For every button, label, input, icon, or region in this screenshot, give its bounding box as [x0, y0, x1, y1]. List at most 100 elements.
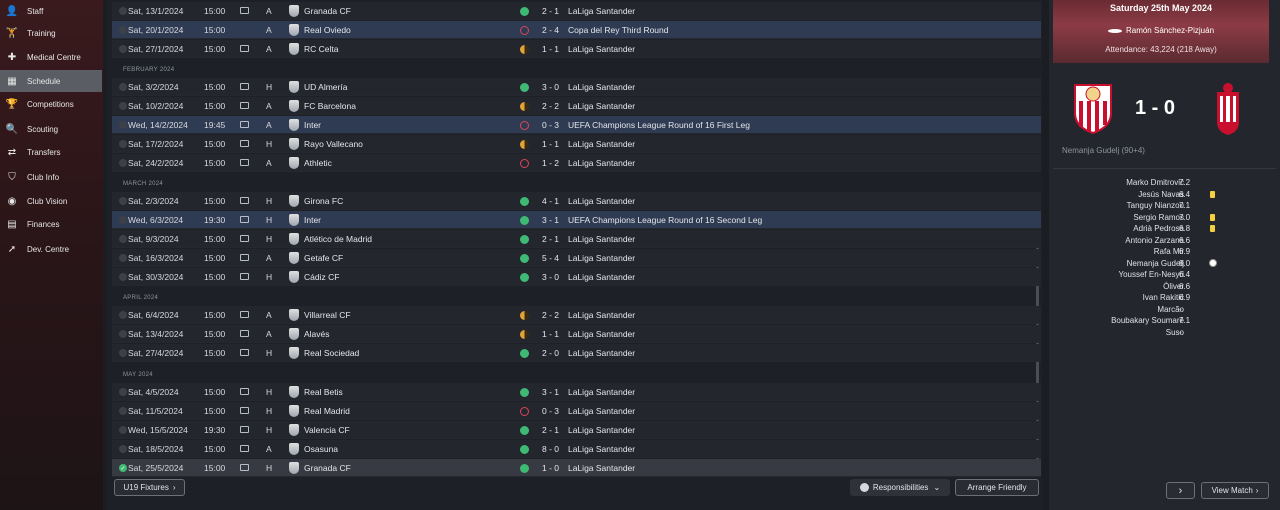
fixture-row[interactable]: Sat, 16/3/2024 15:00 A Getafe CF 5 - 4 LaLiga…: [112, 249, 1041, 267]
player-rating-row[interactable]: Youssef En-Nesyri 6.4: [1049, 270, 1280, 281]
competition-name[interactable]: LaLiga Santander: [568, 463, 635, 473]
competition-name[interactable]: LaLiga Santander: [568, 310, 635, 320]
football-icon: [1209, 258, 1217, 267]
player-rating-row[interactable]: Rafa Mir 6.9: [1049, 247, 1280, 258]
competition-name[interactable]: LaLiga Santander: [568, 101, 635, 111]
fixture-row[interactable]: Wed, 6/3/2024 19:30 H Inter 3 - 1 UEFA Champi…: [112, 211, 1041, 229]
opponent-name[interactable]: RC Celta: [304, 44, 338, 54]
fixture-row[interactable]: Sat, 24/2/2024 15:00 A Athletic 1 - 2 LaLiga …: [112, 154, 1041, 172]
player-rating-row[interactable]: Ivan Rakitić 6.9: [1049, 293, 1280, 304]
sidebar-item-club-info[interactable]: ⛉ Club Info: [0, 166, 102, 188]
fixture-row[interactable]: Sat, 3/2/2024 15:00 H UD Almería 3 - 0 LaLiga…: [112, 78, 1041, 96]
fixture-row[interactable]: Sat, 30/3/2024 15:00 H Cádiz CF 3 - 0 LaLiga …: [112, 268, 1041, 286]
opponent-name[interactable]: Atlético de Madrid: [304, 234, 372, 244]
competition-name[interactable]: UEFA Champions League Round of 16 Second…: [568, 215, 762, 225]
opponent-name[interactable]: Real Sociedad: [304, 348, 359, 358]
competition-name[interactable]: LaLiga Santander: [568, 329, 635, 339]
fixture-row[interactable]: Sat, 4/5/2024 15:00 H Real Betis 3 - 1 LaLiga…: [112, 383, 1041, 401]
fixture-row[interactable]: Sat, 2/3/2024 15:00 H Girona FC 4 - 1 LaLiga …: [112, 192, 1041, 210]
fixture-row[interactable]: Sat, 13/1/2024 15:00 A Granada CF 2 - 1 LaLig…: [112, 2, 1041, 20]
view-match-button[interactable]: View Match ›: [1201, 482, 1269, 499]
fixture-row[interactable]: Sat, 6/4/2024 15:00 A Villarreal CF 2 - 2 LaL…: [112, 306, 1041, 324]
competition-name[interactable]: LaLiga Santander: [568, 387, 635, 397]
next-button[interactable]: ›: [1166, 482, 1195, 499]
sidebar: 👤 Staff 🏋 Training ✚ Medical Centre ▦ Schedule 🏆…: [0, 0, 103, 510]
competition-name[interactable]: LaLiga Santander: [568, 6, 635, 16]
opponent-name[interactable]: Real Madrid: [304, 406, 350, 416]
arrange-friendly-button[interactable]: Arrange Friendly: [955, 479, 1039, 496]
competition-name[interactable]: UEFA Champions League Round of 16 First …: [568, 120, 750, 130]
fixture-row[interactable]: Sat, 27/1/2024 15:00 A RC Celta 1 - 1 LaLiga …: [112, 40, 1041, 58]
opponent-name[interactable]: Real Oviedo: [304, 25, 351, 35]
fixture-row[interactable]: Sat, 11/5/2024 15:00 H Real Madrid 0 - 3 LaLi…: [112, 402, 1041, 420]
sidebar-item-schedule[interactable]: ▦ Schedule: [0, 70, 102, 92]
player-rating-row[interactable]: Jesús Navas 6.4: [1049, 190, 1280, 201]
fixture-row[interactable]: Sat, 20/1/2024 15:00 A Real Oviedo 2 - 4 Copa…: [112, 21, 1041, 39]
opponent-name[interactable]: Real Betis: [304, 387, 343, 397]
competition-name[interactable]: LaLiga Santander: [568, 348, 635, 358]
opponent-name[interactable]: Granada CF: [304, 463, 351, 473]
sidebar-item-competitions[interactable]: 🏆 Competitions: [0, 93, 102, 115]
competition-name[interactable]: LaLiga Santander: [568, 234, 635, 244]
fixture-row[interactable]: Sat, 9/3/2024 15:00 H Atlético de Madrid 2 -…: [112, 230, 1041, 248]
opponent-name[interactable]: Girona FC: [304, 196, 343, 206]
opponent-name[interactable]: UD Almería: [304, 82, 347, 92]
competition-name[interactable]: LaLiga Santander: [568, 253, 635, 263]
competition-name[interactable]: LaLiga Santander: [568, 139, 635, 149]
player-rating-row[interactable]: Óliver 6.6: [1049, 282, 1280, 293]
player-rating: 6.9: [1179, 293, 1191, 302]
opponent-name[interactable]: Rayo Vallecano: [304, 139, 363, 149]
player-rating-row[interactable]: Boubakary Soumaré 7.1: [1049, 316, 1280, 327]
fixture-row[interactable]: Sat, 27/4/2024 15:00 H Real Sociedad 2 - 0 La…: [112, 344, 1041, 362]
competition-name[interactable]: LaLiga Santander: [568, 444, 635, 454]
player-rating-row[interactable]: Sergio Ramos 7.0: [1049, 213, 1280, 224]
opponent-name[interactable]: Getafe CF: [304, 253, 343, 263]
competition-name[interactable]: LaLiga Santander: [568, 44, 635, 54]
sidebar-item-club-vision[interactable]: ◉ Club Vision: [0, 190, 102, 212]
responsibilities-button[interactable]: Responsibilities ⌄: [850, 479, 950, 496]
fixture-row[interactable]: ✓ Sat, 25/5/2024 15:00 H Granada CF 1 - 0 LaLi…: [112, 459, 1041, 477]
player-rating-row[interactable]: Nemanja Gudelj 8.0: [1049, 258, 1280, 270]
opponent-name[interactable]: Alavés: [304, 329, 330, 339]
competition-name[interactable]: LaLiga Santander: [568, 158, 635, 168]
player-rating-row[interactable]: Adrià Pedrosa 6.8: [1049, 224, 1280, 235]
sidebar-item-dev-centre[interactable]: ➚ Dev. Centre: [0, 238, 102, 260]
sidebar-item-staff[interactable]: 👤 Staff: [0, 0, 102, 22]
sidebar-item-finances[interactable]: ▤ Finances: [0, 213, 102, 235]
competition-name[interactable]: LaLiga Santander: [568, 272, 635, 282]
fixture-row[interactable]: Wed, 14/2/2024 19:45 A Inter 0 - 3 UEFA Champ…: [112, 116, 1041, 134]
competition-name[interactable]: LaLiga Santander: [568, 196, 635, 206]
fixture-row[interactable]: Sat, 17/2/2024 15:00 H Rayo Vallecano 1 - 1 L…: [112, 135, 1041, 153]
player-rating-row[interactable]: Tanguy Nianzou 7.1: [1049, 201, 1280, 212]
opponent-name[interactable]: Valencia CF: [304, 425, 350, 435]
competition-name[interactable]: Copa del Rey Third Round: [568, 25, 669, 35]
u19-fixtures-button[interactable]: U19 Fixtures ›: [114, 479, 185, 496]
player-rating-row[interactable]: Antonio Zarzana 6.6: [1049, 236, 1280, 247]
sidebar-item-transfers[interactable]: ⇄ Transfers: [0, 141, 102, 163]
player-rating-row[interactable]: Marko Dmitrović 7.2: [1049, 178, 1280, 189]
opponent-name[interactable]: Granada CF: [304, 6, 351, 16]
player-rating: 7.1: [1179, 316, 1191, 325]
opponent-name[interactable]: Cádiz CF: [304, 272, 339, 282]
competition-name[interactable]: LaLiga Santander: [568, 425, 635, 435]
home-away: A: [266, 43, 272, 54]
month-header: MARCH 2024: [123, 181, 164, 187]
sidebar-item-medical-centre[interactable]: ✚ Medical Centre: [0, 46, 102, 68]
competition-name[interactable]: LaLiga Santander: [568, 406, 635, 416]
fixture-row[interactable]: Sat, 10/2/2024 15:00 A FC Barcelona 2 - 2 LaL…: [112, 97, 1041, 115]
opponent-name[interactable]: Inter: [304, 120, 321, 130]
opponent-name[interactable]: Osasuna: [304, 444, 338, 454]
competition-name[interactable]: LaLiga Santander: [568, 82, 635, 92]
tv-icon: [240, 311, 249, 318]
fixture-row[interactable]: Wed, 15/5/2024 19:30 H Valencia CF 2 - 1 LaLi…: [112, 421, 1041, 439]
opponent-name[interactable]: Inter: [304, 215, 321, 225]
fixture-row[interactable]: Sat, 18/5/2024 15:00 A Osasuna 8 - 0 LaLiga S…: [112, 440, 1041, 458]
sidebar-item-scouting[interactable]: 🔍 Scouting: [0, 118, 102, 140]
opponent-name[interactable]: Athletic: [304, 158, 332, 168]
player-rating-row[interactable]: Suso -: [1049, 328, 1280, 339]
player-rating-row[interactable]: Marcão -: [1049, 305, 1280, 316]
opponent-name[interactable]: FC Barcelona: [304, 101, 356, 111]
opponent-name[interactable]: Villarreal CF: [304, 310, 351, 320]
fixture-row[interactable]: Sat, 13/4/2024 15:00 A Alavés 1 - 1 LaLiga Sa…: [112, 325, 1041, 343]
sidebar-item-training[interactable]: 🏋 Training: [0, 22, 102, 44]
